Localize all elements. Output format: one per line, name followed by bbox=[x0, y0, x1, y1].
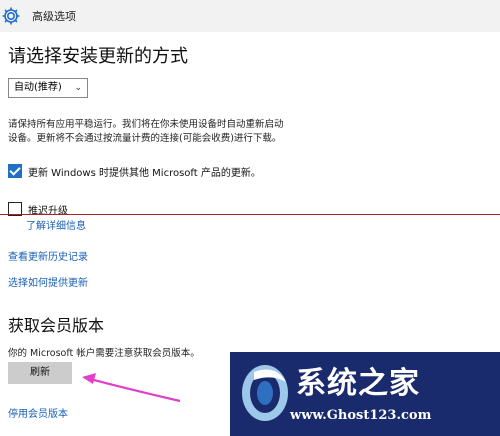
insider-note: 你的 Microsoft 帐户需要注意获取会员版本。 bbox=[8, 348, 200, 359]
learn-more-link[interactable]: 了解详细信息 bbox=[26, 217, 86, 232]
stop-insider-link[interactable]: 停用会员版本 bbox=[8, 405, 68, 420]
update-method-heading: 请选择安装更新的方式 bbox=[8, 46, 188, 67]
microsoft-products-label: 更新 Windows 时提供其他 Microsoft 产品的更新。 bbox=[28, 168, 261, 179]
gear-icon bbox=[0, 5, 22, 27]
divider-line bbox=[0, 214, 500, 215]
chevron-down-icon: ⌄ bbox=[74, 83, 82, 93]
watermark-text: 系统之家 bbox=[296, 366, 420, 401]
update-mode-value: 自动(推荐) bbox=[14, 82, 62, 93]
watermark: 系统之家 www.Ghost123.com bbox=[230, 352, 500, 436]
update-description: 请保持所有应用平稳运行。我们将在你未使用设备时自动重新启动 设备。更新将不会通过… bbox=[8, 118, 308, 146]
window-title: 高级选项 bbox=[32, 10, 76, 23]
insider-heading: 获取会员版本 bbox=[8, 316, 105, 335]
delivery-options-link[interactable]: 选择如何提供更新 bbox=[8, 274, 88, 289]
arrow-icon bbox=[82, 373, 181, 403]
update-history-link[interactable]: 查看更新历史记录 bbox=[8, 248, 88, 263]
watermark-url: www.Ghost123.com bbox=[290, 408, 432, 423]
description-line-1: 请保持所有应用平稳运行。我们将在你未使用设备时自动重新启动 bbox=[8, 119, 284, 130]
microsoft-products-checkbox[interactable] bbox=[8, 164, 22, 178]
refresh-button[interactable]: 刷新 bbox=[8, 362, 72, 384]
watermark-logo-icon bbox=[242, 365, 288, 421]
description-line-2: 设备。更新将不会通过按流量计费的连接(可能会收费)进行下载。 bbox=[8, 133, 282, 144]
update-mode-select[interactable]: 自动(推荐) ⌄ bbox=[8, 78, 88, 98]
